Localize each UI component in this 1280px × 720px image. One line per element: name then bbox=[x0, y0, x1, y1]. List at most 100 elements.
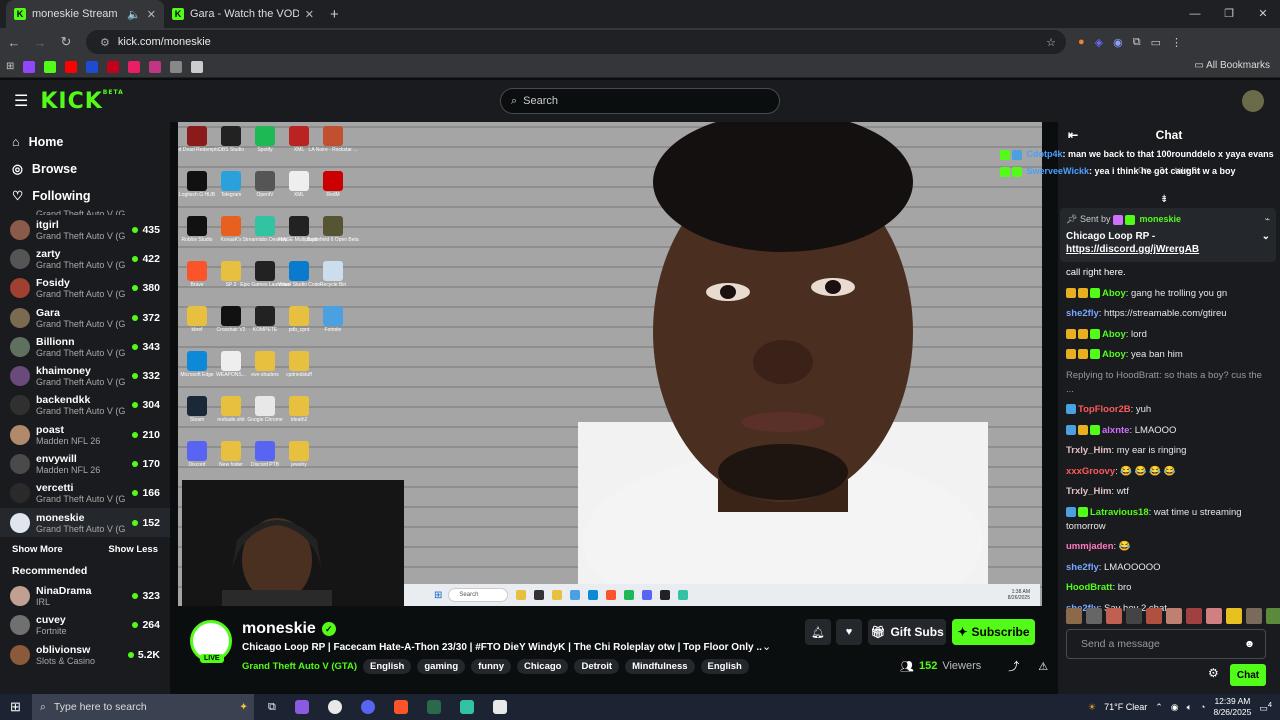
emote-icon[interactable] bbox=[1126, 608, 1142, 624]
channel-row[interactable]: cuvey Fortnite 264 bbox=[0, 611, 170, 640]
emote-icon[interactable] bbox=[1166, 608, 1182, 624]
emote-icon[interactable] bbox=[1106, 608, 1122, 624]
bookmark-instagram-icon[interactable] bbox=[149, 60, 162, 73]
follow-heart-button[interactable]: ♥ bbox=[836, 619, 862, 645]
collapse-chat-icon[interactable]: ⇤ bbox=[1068, 128, 1078, 142]
bookmark-icon[interactable] bbox=[170, 60, 183, 73]
emote-icon[interactable] bbox=[1226, 608, 1242, 624]
minimize-icon[interactable]: — bbox=[1178, 0, 1212, 28]
pinned-sender[interactable]: moneskie bbox=[1140, 214, 1182, 224]
close-window-icon[interactable]: ✕ bbox=[1246, 0, 1280, 28]
puzzle-icon[interactable]: ⧉ bbox=[1133, 36, 1141, 49]
emote-icon[interactable] bbox=[1206, 608, 1222, 624]
weather-text[interactable]: 71°F Clear bbox=[1104, 702, 1147, 712]
search-input[interactable]: ⌕ Search bbox=[500, 88, 780, 114]
discord-icon[interactable] bbox=[360, 700, 375, 714]
channel-row[interactable]: oblivionsw Slots & Casino 5.2K bbox=[0, 640, 170, 669]
taskbar-search[interactable]: ⌕ Type here to search ✦ bbox=[32, 694, 254, 720]
menu-dots-icon[interactable]: ⋮ bbox=[1171, 36, 1182, 49]
subscribe-button[interactable]: ✦ Subscribe bbox=[952, 619, 1035, 645]
bookmark-icon[interactable] bbox=[86, 60, 99, 73]
extension-icon[interactable]: ◉ bbox=[1113, 36, 1123, 49]
kick-logo[interactable]: KICKBETA bbox=[40, 89, 123, 114]
expand-chevron-icon[interactable]: ⌄ bbox=[762, 640, 771, 653]
channel-row[interactable]: backendkk Grand Theft Auto V (G... 304 bbox=[0, 391, 170, 420]
chat-username[interactable]: Aboy bbox=[1102, 349, 1126, 360]
chat-send-button[interactable]: Chat bbox=[1230, 664, 1266, 686]
bookmark-youtube-icon[interactable] bbox=[65, 60, 78, 73]
category-link[interactable]: Grand Theft Auto V (GTA) bbox=[242, 661, 357, 672]
nav-browse[interactable]: ◎ Browse bbox=[0, 155, 170, 182]
tag[interactable]: Chicago bbox=[517, 659, 569, 674]
chat-username[interactable]: HoodBratt bbox=[1066, 582, 1112, 593]
back-icon[interactable]: ← bbox=[2, 35, 26, 50]
tag[interactable]: English bbox=[700, 659, 749, 674]
chat-username[interactable]: TopFloor2B bbox=[1078, 404, 1131, 415]
notification-bell-button[interactable]: 🔔︎ bbox=[805, 619, 831, 645]
reload-icon[interactable]: ↻ bbox=[54, 34, 78, 50]
extension-icon[interactable]: ◈ bbox=[1095, 36, 1103, 49]
tab-moneskie[interactable]: K moneskie Stream - Watch l 🔈 ✕ bbox=[6, 0, 164, 28]
notifications-icon[interactable]: ▭4 bbox=[1259, 700, 1272, 714]
channel-row[interactable]: envywill Madden NFL 26 170 bbox=[0, 449, 170, 478]
site-info-icon[interactable]: ⚙ bbox=[100, 36, 110, 49]
emote-icon[interactable] bbox=[1246, 608, 1262, 624]
chevron-down-icon[interactable]: ⌄ bbox=[1262, 230, 1270, 243]
extension-icon[interactable]: ● bbox=[1078, 36, 1085, 49]
share-icon[interactable]: ⤴ bbox=[1008, 658, 1019, 674]
video-player[interactable]: Red Dead Redempti...OBS Studio Spotify XML… bbox=[178, 122, 1042, 606]
channel-row[interactable]: NinaDrama IRL 323 bbox=[0, 581, 170, 610]
bookmark-icon[interactable] bbox=[107, 60, 120, 73]
channel-row[interactable]: Gara Grand Theft Auto V (G... 372 bbox=[0, 303, 170, 332]
apps-grid-icon[interactable]: ⊞ bbox=[6, 61, 14, 72]
scroll-down-icon[interactable]: ⇟ bbox=[1160, 194, 1168, 205]
pinned-link[interactable]: https://discord.gg/jWrergAB bbox=[1066, 244, 1199, 255]
channel-row[interactable]: zarty Grand Theft Auto V (G... 422 bbox=[0, 244, 170, 273]
report-icon[interactable]: ⚠ bbox=[1038, 660, 1048, 673]
tag[interactable]: English bbox=[363, 659, 412, 674]
unpin-icon[interactable]: ⌁ bbox=[1265, 214, 1270, 225]
all-bookmarks[interactable]: ▭ All Bookmarks bbox=[1194, 60, 1270, 71]
channel-row[interactable]: vercetti Grand Theft Auto V (G... 166 bbox=[0, 479, 170, 508]
emote-icon[interactable] bbox=[1266, 608, 1280, 624]
channel-row[interactable]: moneskie Grand Theft Auto V (G... 152 bbox=[0, 507, 170, 538]
channel-row[interactable]: poast Madden NFL 26 210 bbox=[0, 420, 170, 449]
bookmark-twitch-icon[interactable] bbox=[23, 60, 36, 73]
bookmark-kick-icon[interactable] bbox=[44, 60, 57, 73]
clock[interactable]: 12:39 AM 8/26/2025 bbox=[1213, 696, 1251, 718]
emote-icon[interactable] bbox=[1086, 608, 1102, 624]
url-bar[interactable]: ⚙ kick.com/moneskie ☆ bbox=[86, 30, 1066, 54]
new-tab-button[interactable]: + bbox=[330, 6, 339, 23]
chrome-icon[interactable] bbox=[327, 700, 342, 714]
tag[interactable]: gaming bbox=[417, 659, 466, 674]
windows-start-icon[interactable]: ⊞ bbox=[10, 699, 21, 715]
channel-row[interactable]: khaimoney Grand Theft Auto V (G... 332 bbox=[0, 361, 170, 390]
close-tab-icon[interactable]: ✕ bbox=[147, 8, 156, 21]
chat-username[interactable]: she2fly bbox=[1066, 562, 1099, 573]
network-icon[interactable]: ◉ bbox=[1171, 702, 1179, 713]
tag[interactable]: funny bbox=[471, 659, 511, 674]
xbox-icon[interactable] bbox=[426, 700, 441, 714]
chat-username[interactable]: Aboy bbox=[1102, 329, 1126, 340]
channel-row[interactable]: Fosidy Grand Theft Auto V (G... 380 bbox=[0, 274, 170, 303]
wifi-icon[interactable]: ◔ bbox=[1200, 702, 1205, 712]
tag[interactable]: Detroit bbox=[574, 659, 620, 674]
tab-gara[interactable]: K Gara - Watch the VOD on Kick ✕ bbox=[164, 0, 322, 28]
streamer-name[interactable]: moneskie bbox=[242, 620, 316, 638]
channel-row[interactable]: Billionn Grand Theft Auto V (G... 343 bbox=[0, 332, 170, 361]
task-view-icon[interactable]: ⧉ bbox=[268, 701, 276, 714]
emote-icon[interactable] bbox=[1146, 608, 1162, 624]
close-tab-icon[interactable]: ✕ bbox=[305, 8, 314, 21]
emoji-icon[interactable]: ☻ bbox=[1244, 638, 1255, 650]
user-avatar[interactable] bbox=[1242, 90, 1264, 112]
notepad-icon[interactable] bbox=[492, 700, 507, 714]
chat-settings-icon[interactable]: ⚙ bbox=[1208, 666, 1219, 680]
restore-icon[interactable]: ❐ bbox=[1212, 0, 1246, 28]
bookmark-icon[interactable] bbox=[128, 60, 141, 73]
volume-icon[interactable]: 🔈︎ bbox=[1187, 702, 1192, 713]
chat-username[interactable]: ummjaden bbox=[1066, 541, 1114, 552]
sidebar-toggle-icon[interactable]: ▭ bbox=[1151, 36, 1161, 49]
chat-username[interactable]: Trxly_Him bbox=[1066, 445, 1111, 456]
chat-username[interactable]: xxxGroovy bbox=[1066, 466, 1115, 477]
chat-input[interactable]: Send a message ☻ bbox=[1066, 629, 1266, 659]
